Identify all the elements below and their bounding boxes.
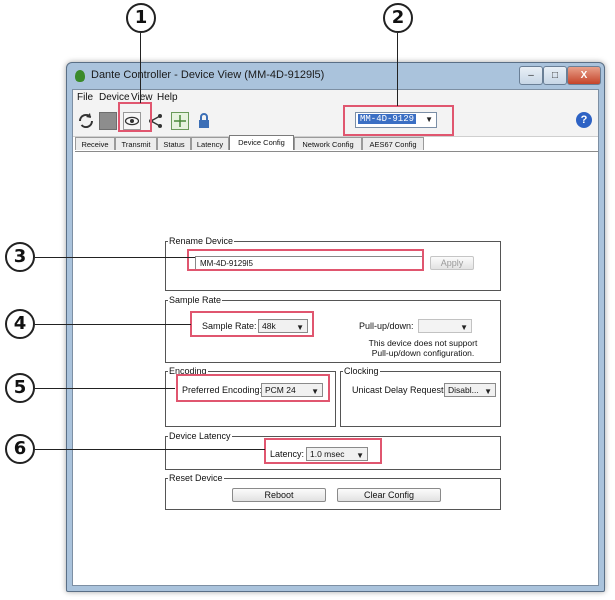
menu-help[interactable]: Help [157,92,178,103]
reset-device-legend: Reset Device [169,473,223,483]
tab-aes67-config[interactable]: AES67 Config [362,137,424,150]
window-title: Dante Controller - Device View (MM-4D-91… [91,69,325,81]
grid-icon[interactable] [171,112,189,130]
preferred-encoding-select[interactable]: PCM 24 ▼ [261,383,323,397]
chevron-down-icon: ▼ [425,115,433,124]
latency-select[interactable]: 1.0 msec ▼ [306,447,368,461]
pullup-label: Pull-up/down: [359,321,414,331]
apply-button[interactable]: Apply [430,256,474,270]
clocking-legend: Clocking [344,366,379,376]
callout-2: 2 [383,3,413,33]
chevron-down-icon: ▼ [296,323,304,332]
preferred-encoding-value: PCM 24 [265,385,296,395]
callout-1-leader [140,33,141,103]
pullup-note: This device does not support Pull-up/dow… [355,338,491,358]
device-latency-legend: Device Latency [169,431,231,441]
callout-3-leader [35,257,195,258]
rename-device-legend: Rename Device [169,236,234,246]
sample-rate-value: 48k [262,321,276,331]
sample-rate-label: Sample Rate: [202,321,257,331]
tab-status[interactable]: Status [157,137,191,150]
chevron-down-icon: ▼ [484,387,492,396]
unicast-delay-label: Unicast Delay Requests: [352,385,451,395]
callout-1: 1 [126,3,156,33]
lock-icon[interactable] [195,112,213,130]
callout-4-leader [35,324,191,325]
window-client-area: File Device View Help MM-4D-9129 ▼ ? Rec… [72,89,599,586]
callout-6-leader [35,449,265,450]
device-selector[interactable]: MM-4D-9129 ▼ [355,112,437,128]
chevron-down-icon: ▼ [356,451,364,460]
title-bar[interactable]: Dante Controller - Device View (MM-4D-91… [67,63,604,89]
pullup-select[interactable]: ▼ [418,319,472,333]
device-icon[interactable] [99,112,117,130]
preferred-encoding-label: Preferred Encoding: [182,385,263,395]
encoding-group: Encoding [165,367,336,427]
tab-transmit[interactable]: Transmit [115,137,157,150]
encoding-legend: Encoding [169,366,207,376]
tab-receive[interactable]: Receive [75,137,115,150]
latency-label: Latency: [270,449,305,459]
device-selector-value: MM-4D-9129 [358,114,417,124]
pullup-note-line1: This device does not support [368,338,478,348]
callout-2-leader [397,33,398,106]
tab-network-config[interactable]: Network Config [294,137,362,150]
callout-3: 3 [5,242,35,272]
clocking-group: Clocking [340,367,501,427]
device-config-panel: Rename Device MM-4D-9129l5 Apply Sample … [73,152,598,585]
sample-rate-select[interactable]: 48k ▼ [258,319,308,333]
share-icon[interactable] [147,112,165,130]
minimize-button[interactable]: – [519,66,543,85]
close-button[interactable]: X [567,66,601,85]
menu-device[interactable]: Device [99,92,130,103]
tab-latency[interactable]: Latency [191,137,229,150]
maximize-button[interactable]: □ [543,66,567,85]
help-icon[interactable]: ? [576,112,592,128]
eye-icon[interactable] [123,112,141,130]
callout-4: 4 [5,309,35,339]
refresh-icon[interactable] [77,112,95,130]
menu-bar: File Device View Help [73,90,598,106]
menu-file[interactable]: File [77,92,93,103]
latency-value: 1.0 msec [310,449,345,459]
dante-app-icon [75,70,85,82]
dante-controller-window: Dante Controller - Device View (MM-4D-91… [66,62,605,592]
reboot-button[interactable]: Reboot [232,488,326,502]
tab-device-config[interactable]: Device Config [229,135,294,150]
reset-device-group: Reset Device [165,474,501,510]
unicast-delay-value: Disabl... [448,385,479,395]
chevron-down-icon: ▼ [460,323,468,332]
pullup-note-line2: Pull-up/down configuration. [371,348,475,358]
callout-6: 6 [5,434,35,464]
tab-strip: Receive Transmit Status Latency Device C… [75,135,598,152]
menu-view[interactable]: View [131,92,153,103]
clear-config-button[interactable]: Clear Config [337,488,441,502]
toolbar: MM-4D-9129 ▼ ? [73,106,598,137]
chevron-down-icon: ▼ [311,387,319,396]
device-name-field[interactable]: MM-4D-9129l5 [195,256,423,270]
callout-5-leader [35,388,175,389]
unicast-delay-select[interactable]: Disabl... ▼ [444,383,496,397]
callout-5: 5 [5,373,35,403]
sample-rate-legend: Sample Rate [169,295,222,305]
